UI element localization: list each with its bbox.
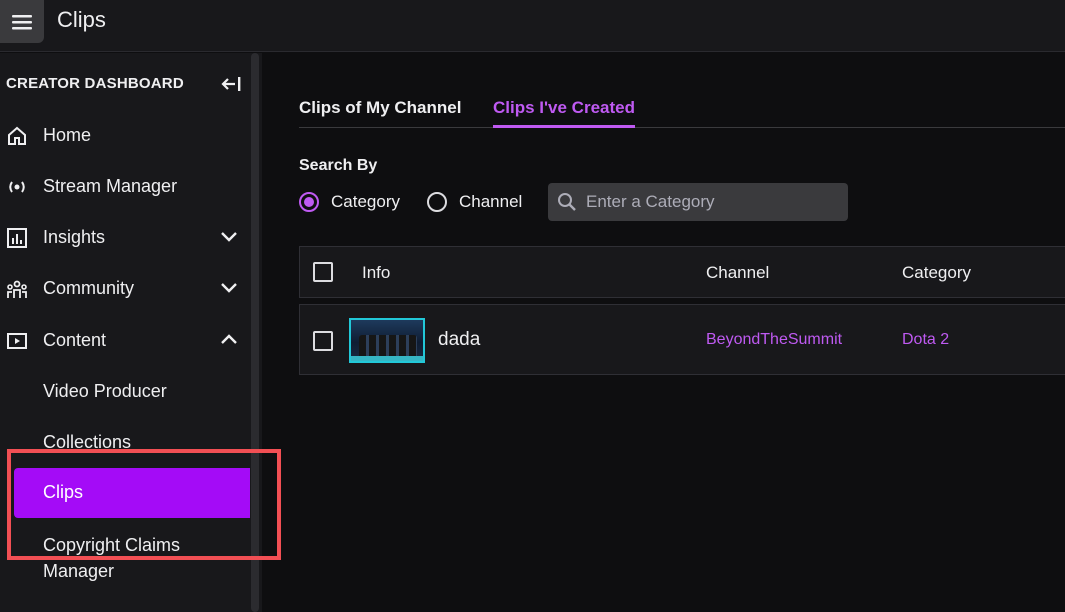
column-header-channel[interactable]: Channel xyxy=(706,263,769,283)
broadcast-icon xyxy=(9,181,25,193)
search-icon xyxy=(558,193,576,211)
tab-clips-of-my-channel[interactable]: Clips of My Channel xyxy=(299,98,461,128)
hamburger-icon xyxy=(12,14,32,29)
chevron-down-icon xyxy=(221,283,237,293)
radio-channel[interactable]: Channel xyxy=(427,192,522,212)
table-row[interactable]: dada BeyondTheSummit Dota 2 xyxy=(299,304,1065,375)
sidebar-item-label: Collections xyxy=(43,432,132,452)
search-box xyxy=(548,183,848,221)
menu-button[interactable] xyxy=(0,0,44,43)
content-icon xyxy=(7,333,27,349)
sidebar-item-label-line1: Copyright Claims xyxy=(43,535,181,555)
sidebar-item-video-producer[interactable]: Video Producer xyxy=(0,371,250,411)
radio-label: Category xyxy=(331,192,400,211)
sidebar-item-clips[interactable]: Clips xyxy=(14,468,254,518)
sidebar-item-label: Insights xyxy=(43,227,106,247)
scrollbar-thumb[interactable] xyxy=(251,53,259,612)
community-icon xyxy=(7,280,27,298)
table-header: Info Channel Category xyxy=(299,246,1065,298)
sidebar-heading: CREATOR DASHBOARD xyxy=(6,75,184,92)
sidebar-item-label-line2: Manager xyxy=(43,561,115,581)
sidebar-item-label: Video Producer xyxy=(43,381,167,401)
sidebar-item-collections[interactable]: Collections xyxy=(0,422,250,462)
sidebar-item-home[interactable]: Home xyxy=(0,115,250,155)
thumbnail-image xyxy=(359,335,417,357)
home-icon xyxy=(8,126,26,145)
page-title: Clips xyxy=(57,7,106,32)
sidebar-item-label: Stream Manager xyxy=(43,176,178,196)
row-checkbox[interactable] xyxy=(313,331,333,351)
sidebar-item-content[interactable]: Content xyxy=(0,320,250,360)
sidebar-item-label: Content xyxy=(43,330,107,350)
sidebar: CREATOR DASHBOARD Home Stream Manager In… xyxy=(0,53,254,612)
search-by-label: Search By xyxy=(299,157,378,174)
chart-icon xyxy=(7,228,27,248)
clip-thumbnail[interactable] xyxy=(349,318,425,363)
column-header-category[interactable]: Category xyxy=(902,263,971,283)
radio-category[interactable]: Category xyxy=(299,192,400,212)
collapse-sidebar-icon[interactable] xyxy=(220,75,242,98)
sidebar-item-community[interactable]: Community xyxy=(0,268,250,308)
category-search-input[interactable] xyxy=(586,183,841,221)
sidebar-item-stream-manager[interactable]: Stream Manager xyxy=(0,166,250,206)
column-header-info[interactable]: Info xyxy=(362,263,390,283)
clip-channel-link[interactable]: BeyondTheSummit xyxy=(706,331,842,349)
select-all-checkbox[interactable] xyxy=(313,262,333,282)
sidebar-item-label: Community xyxy=(43,278,135,298)
clip-category-link[interactable]: Dota 2 xyxy=(902,331,949,349)
sidebar-item-copyright-claims-manager[interactable]: Copyright Claims Manager xyxy=(0,525,250,585)
radio-label: Channel xyxy=(459,192,523,211)
thumbnail-stage xyxy=(351,356,423,361)
clip-title[interactable]: dada xyxy=(438,329,480,351)
radio-selected-icon xyxy=(299,192,319,212)
sidebar-item-label: Home xyxy=(43,125,92,145)
sidebar-item-label: Clips xyxy=(43,482,84,502)
tab-clips-ive-created[interactable]: Clips I've Created xyxy=(493,98,635,128)
chevron-up-icon xyxy=(221,334,237,344)
top-bar: Clips xyxy=(0,0,1065,52)
sidebar-scrollbar[interactable] xyxy=(250,53,262,612)
chevron-down-icon xyxy=(221,232,237,242)
radio-unselected-icon xyxy=(427,192,447,212)
sidebar-item-insights[interactable]: Insights xyxy=(0,217,250,257)
clips-tabs: Clips of My Channel Clips I've Created xyxy=(299,96,1065,128)
